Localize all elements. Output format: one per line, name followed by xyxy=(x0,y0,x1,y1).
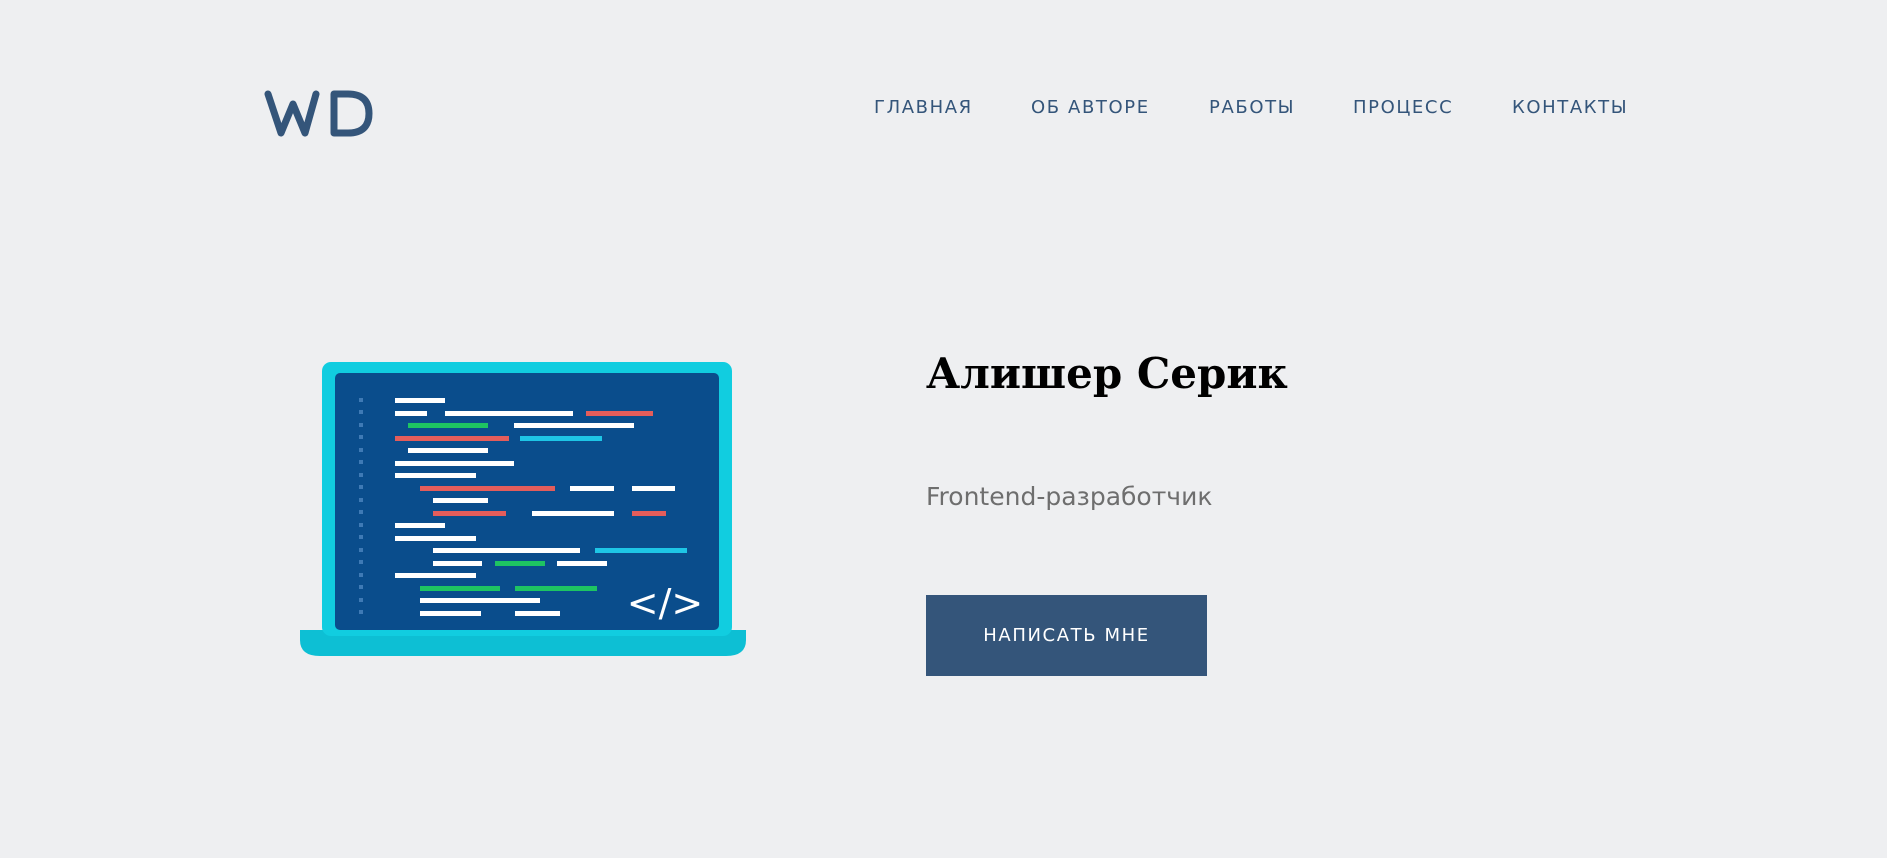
main-nav: ГЛАВНАЯ ОБ АВТОРЕ РАБОТЫ ПРОЦЕСС КОНТАКТ… xyxy=(0,96,1887,120)
nav-link-contacts[interactable]: КОНТАКТЫ xyxy=(1512,96,1628,120)
nav-link-home[interactable]: ГЛАВНАЯ xyxy=(874,96,973,120)
nav-link-works[interactable]: РАБОТЫ xyxy=(1209,96,1295,120)
hero-role: Frontend-разработчик xyxy=(926,482,1213,511)
nav-link-process[interactable]: ПРОЦЕСС xyxy=(1353,96,1453,120)
code-brackets-icon: </> xyxy=(627,581,703,625)
site-header: WD ГЛАВНАЯ ОБ АВТОРЕ РАБОТЫ ПРОЦЕСС КОНТ… xyxy=(0,0,1887,200)
contact-me-button[interactable]: НАПИСАТЬ МНЕ xyxy=(926,595,1207,676)
hero-name: Алишер Серик xyxy=(926,349,1288,398)
nav-link-about[interactable]: ОБ АВТОРЕ xyxy=(1031,96,1150,120)
laptop-code-illustration: </> xyxy=(300,362,746,656)
